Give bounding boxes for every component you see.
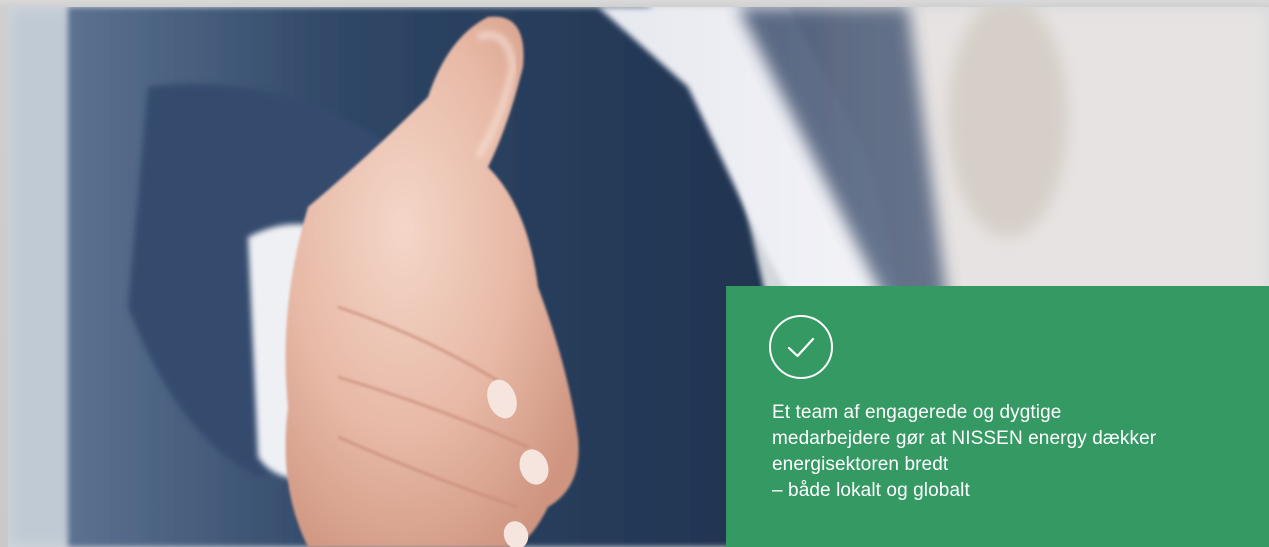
panel-text-line: energisektoren bredt — [772, 454, 949, 475]
panel-text-line: – både lokalt og globalt — [772, 480, 970, 501]
info-panel: Et team af engagerede og dygtige medarbe… — [726, 286, 1269, 547]
hero-banner: Et team af engagerede og dygtige medarbe… — [0, 0, 1269, 547]
panel-text-line: Et team af engagerede og dygtige — [772, 402, 1062, 423]
check-circle-icon — [769, 315, 833, 379]
panel-text-line: medarbejdere gør at NISSEN energy dækker — [772, 428, 1157, 449]
panel-description: Et team af engagerede og dygtige medarbe… — [772, 400, 1252, 504]
